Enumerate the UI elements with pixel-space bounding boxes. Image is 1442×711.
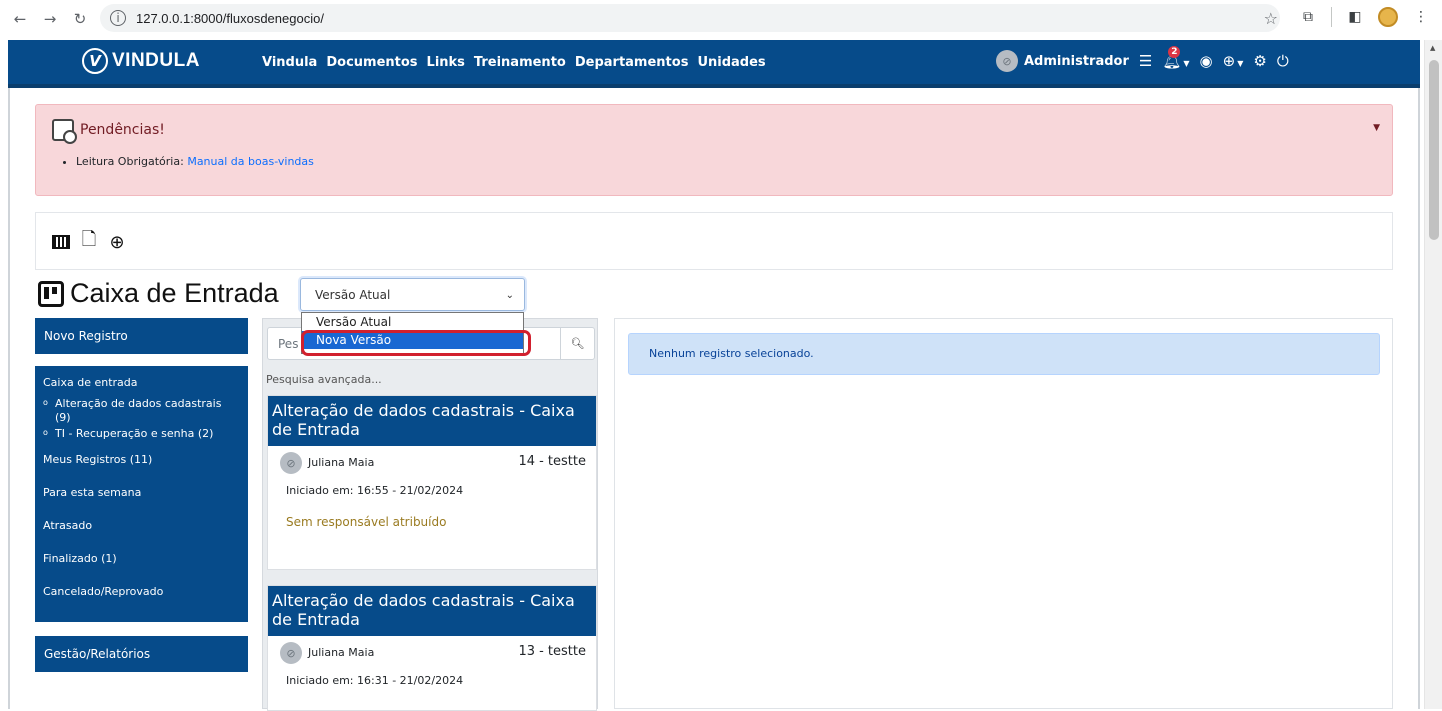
vindula-logo[interactable]: V VINDULA [82,48,200,74]
sidebar-item-meus-registros[interactable]: Meus Registros (11) [43,453,240,467]
kanban-view-icon[interactable] [50,231,72,253]
avatar: ⊘ [280,642,302,664]
menu-vindula[interactable]: Vindula [262,55,317,70]
alert-title: Pendências! [80,122,165,138]
globe-icon[interactable]: ⊕ [106,231,128,253]
sidebar-subitem-ti[interactable]: TI - Recuperação e senha (2) [43,426,240,441]
card-id: 14 - testte [518,454,586,469]
alert-item-label: Leitura Obrigatória: [76,155,184,168]
card-title[interactable]: Alteração de dados cadastrais - Caixa de… [268,396,596,446]
card-id: 13 - testte [518,644,586,659]
alert-item: Leitura Obrigatória: Manual da boas-vind… [76,155,314,168]
bookmark-star-icon[interactable]: ☆ [1264,9,1278,28]
reload-icon[interactable]: ↻ [68,7,92,31]
card-user: Juliana Maia [308,646,375,659]
pending-tasks-icon [52,119,77,144]
records-list: Pes 🔍︎ Pesquisa avançada... Alteração de… [262,318,598,711]
kanban-icon [38,280,64,307]
toolbar-divider [1331,7,1332,27]
card-user: Juliana Maia [308,456,375,469]
record-card[interactable]: Alteração de dados cadastrais - Caixa de… [267,395,597,570]
logo-mark-icon: V [82,48,108,74]
action-toolbar: 🗋︎ ⊕ [35,212,1393,270]
version-select-value: Versão Atual [315,287,391,302]
user-nav: ⊘ Administrador ☰ 🔔︎ 2 ▼ ◉ ⊕ ▼ ⚙ ⏻ [996,46,1289,72]
sidebar-item-atrasado[interactable]: Atrasado [43,519,240,533]
user-name[interactable]: Administrador [1024,54,1129,69]
browser-menu-icon[interactable]: ⋮ [1410,6,1432,28]
sidebar-item-semana[interactable]: Para esta semana [43,486,240,500]
advanced-search-link[interactable]: Pesquisa avançada... [266,373,382,386]
page-scrollbar[interactable]: ▲ [1424,40,1442,709]
bell-icon[interactable]: 🔔︎ 2 ▼ [1162,46,1190,70]
option-nova-versao[interactable]: Nova Versão [302,331,523,349]
sidebar-item-cancelado[interactable]: Cancelado/Reprovado [43,585,240,599]
sidebar: Novo Registro Caixa de entrada Alteração… [35,318,248,672]
version-dropdown: Versão Atual Nova Versão [301,312,524,354]
notification-badge: 2 [1168,46,1181,58]
sidebar-menu: Caixa de entrada Alteração de dados cada… [35,366,248,622]
user-avatar[interactable]: ⊘ [996,50,1018,72]
url-text: 127.0.0.1:8000/fluxosdenegocio/ [136,10,324,26]
version-select[interactable]: Versão Atual ⌄ [300,278,525,311]
record-card[interactable]: Alteração de dados cadastrais - Caixa de… [267,585,597,711]
scroll-thumb[interactable] [1429,60,1439,240]
eye-icon[interactable]: ◉ [1200,52,1213,70]
browser-toolbar: ← → ↻ i 127.0.0.1:8000/fluxosdenegocio/ … [0,0,1442,38]
card-date: Iniciado em: 16:31 - 21/02/2024 [286,674,464,687]
pending-alert: Pendências! ▼ Leitura Obrigatória: Manua… [35,104,1393,196]
address-bar[interactable]: i 127.0.0.1:8000/fluxosdenegocio/ [100,4,1280,32]
avatar: ⊘ [280,452,302,474]
empty-selection-message: Nenhum registro selecionado. [628,333,1380,375]
search-placeholder: Pes [278,337,299,351]
menu-documentos[interactable]: Documentos [326,55,417,70]
alert-item-link[interactable]: Manual da boas-vindas [187,155,314,168]
power-icon[interactable]: ⏻ [1277,52,1289,70]
search-icon[interactable]: 🔍︎ [560,328,594,359]
card-responsible: Sem responsável atribuído [286,515,447,529]
list-icon[interactable]: ☰ [1139,52,1152,70]
page-header: Caixa de Entrada [38,278,279,309]
menu-links[interactable]: Links [427,55,465,70]
card-title[interactable]: Alteração de dados cadastrais - Caixa de… [268,586,596,636]
detail-panel: Nenhum registro selecionado. [614,318,1393,709]
sidebar-item-finalizado[interactable]: Finalizado (1) [43,552,240,566]
gear-icon[interactable]: ⚙ [1253,52,1266,70]
reports-button[interactable]: Gestão/Relatórios [35,636,248,672]
option-versao-atual[interactable]: Versão Atual [302,313,523,331]
sidebar-item-inbox[interactable]: Caixa de entrada [43,376,240,389]
card-date: Iniciado em: 16:55 - 21/02/2024 [286,484,464,497]
menu-unidades[interactable]: Unidades [697,55,765,70]
scroll-up-icon[interactable]: ▲ [1430,44,1435,52]
page-title: Caixa de Entrada [70,278,279,308]
extensions-icon[interactable]: ⧉ [1297,6,1319,28]
chevron-down-icon: ⌄ [505,290,514,301]
menu-treinamento[interactable]: Treinamento [474,55,566,70]
alert-list: Leitura Obrigatória: Manual da boas-vind… [76,155,314,168]
add-circle-icon[interactable]: ⊕ ▼ [1223,52,1244,70]
side-panel-icon[interactable]: ◧ [1344,6,1366,28]
info-icon[interactable]: i [110,10,126,26]
menu-departamentos[interactable]: Departamentos [575,55,689,70]
main-menu: Vindula Documentos Links Treinamento Dep… [262,55,766,70]
logo-text: VINDULA [112,50,200,71]
new-record-button[interactable]: Novo Registro [35,318,248,354]
new-file-icon[interactable]: 🗋︎ [78,229,100,253]
app-navbar: V VINDULA Vindula Documentos Links Trein… [8,40,1420,88]
sidebar-subitem-alteracao[interactable]: Alteração de dados cadastrais (9) [43,396,240,425]
sidebar-group-inbox: Caixa de entrada Alteração de dados cada… [43,376,240,441]
forward-icon[interactable]: → [38,7,62,31]
back-icon[interactable]: ← [8,7,32,31]
alert-collapse-icon[interactable]: ▼ [1373,123,1380,133]
profile-avatar[interactable] [1378,7,1398,27]
